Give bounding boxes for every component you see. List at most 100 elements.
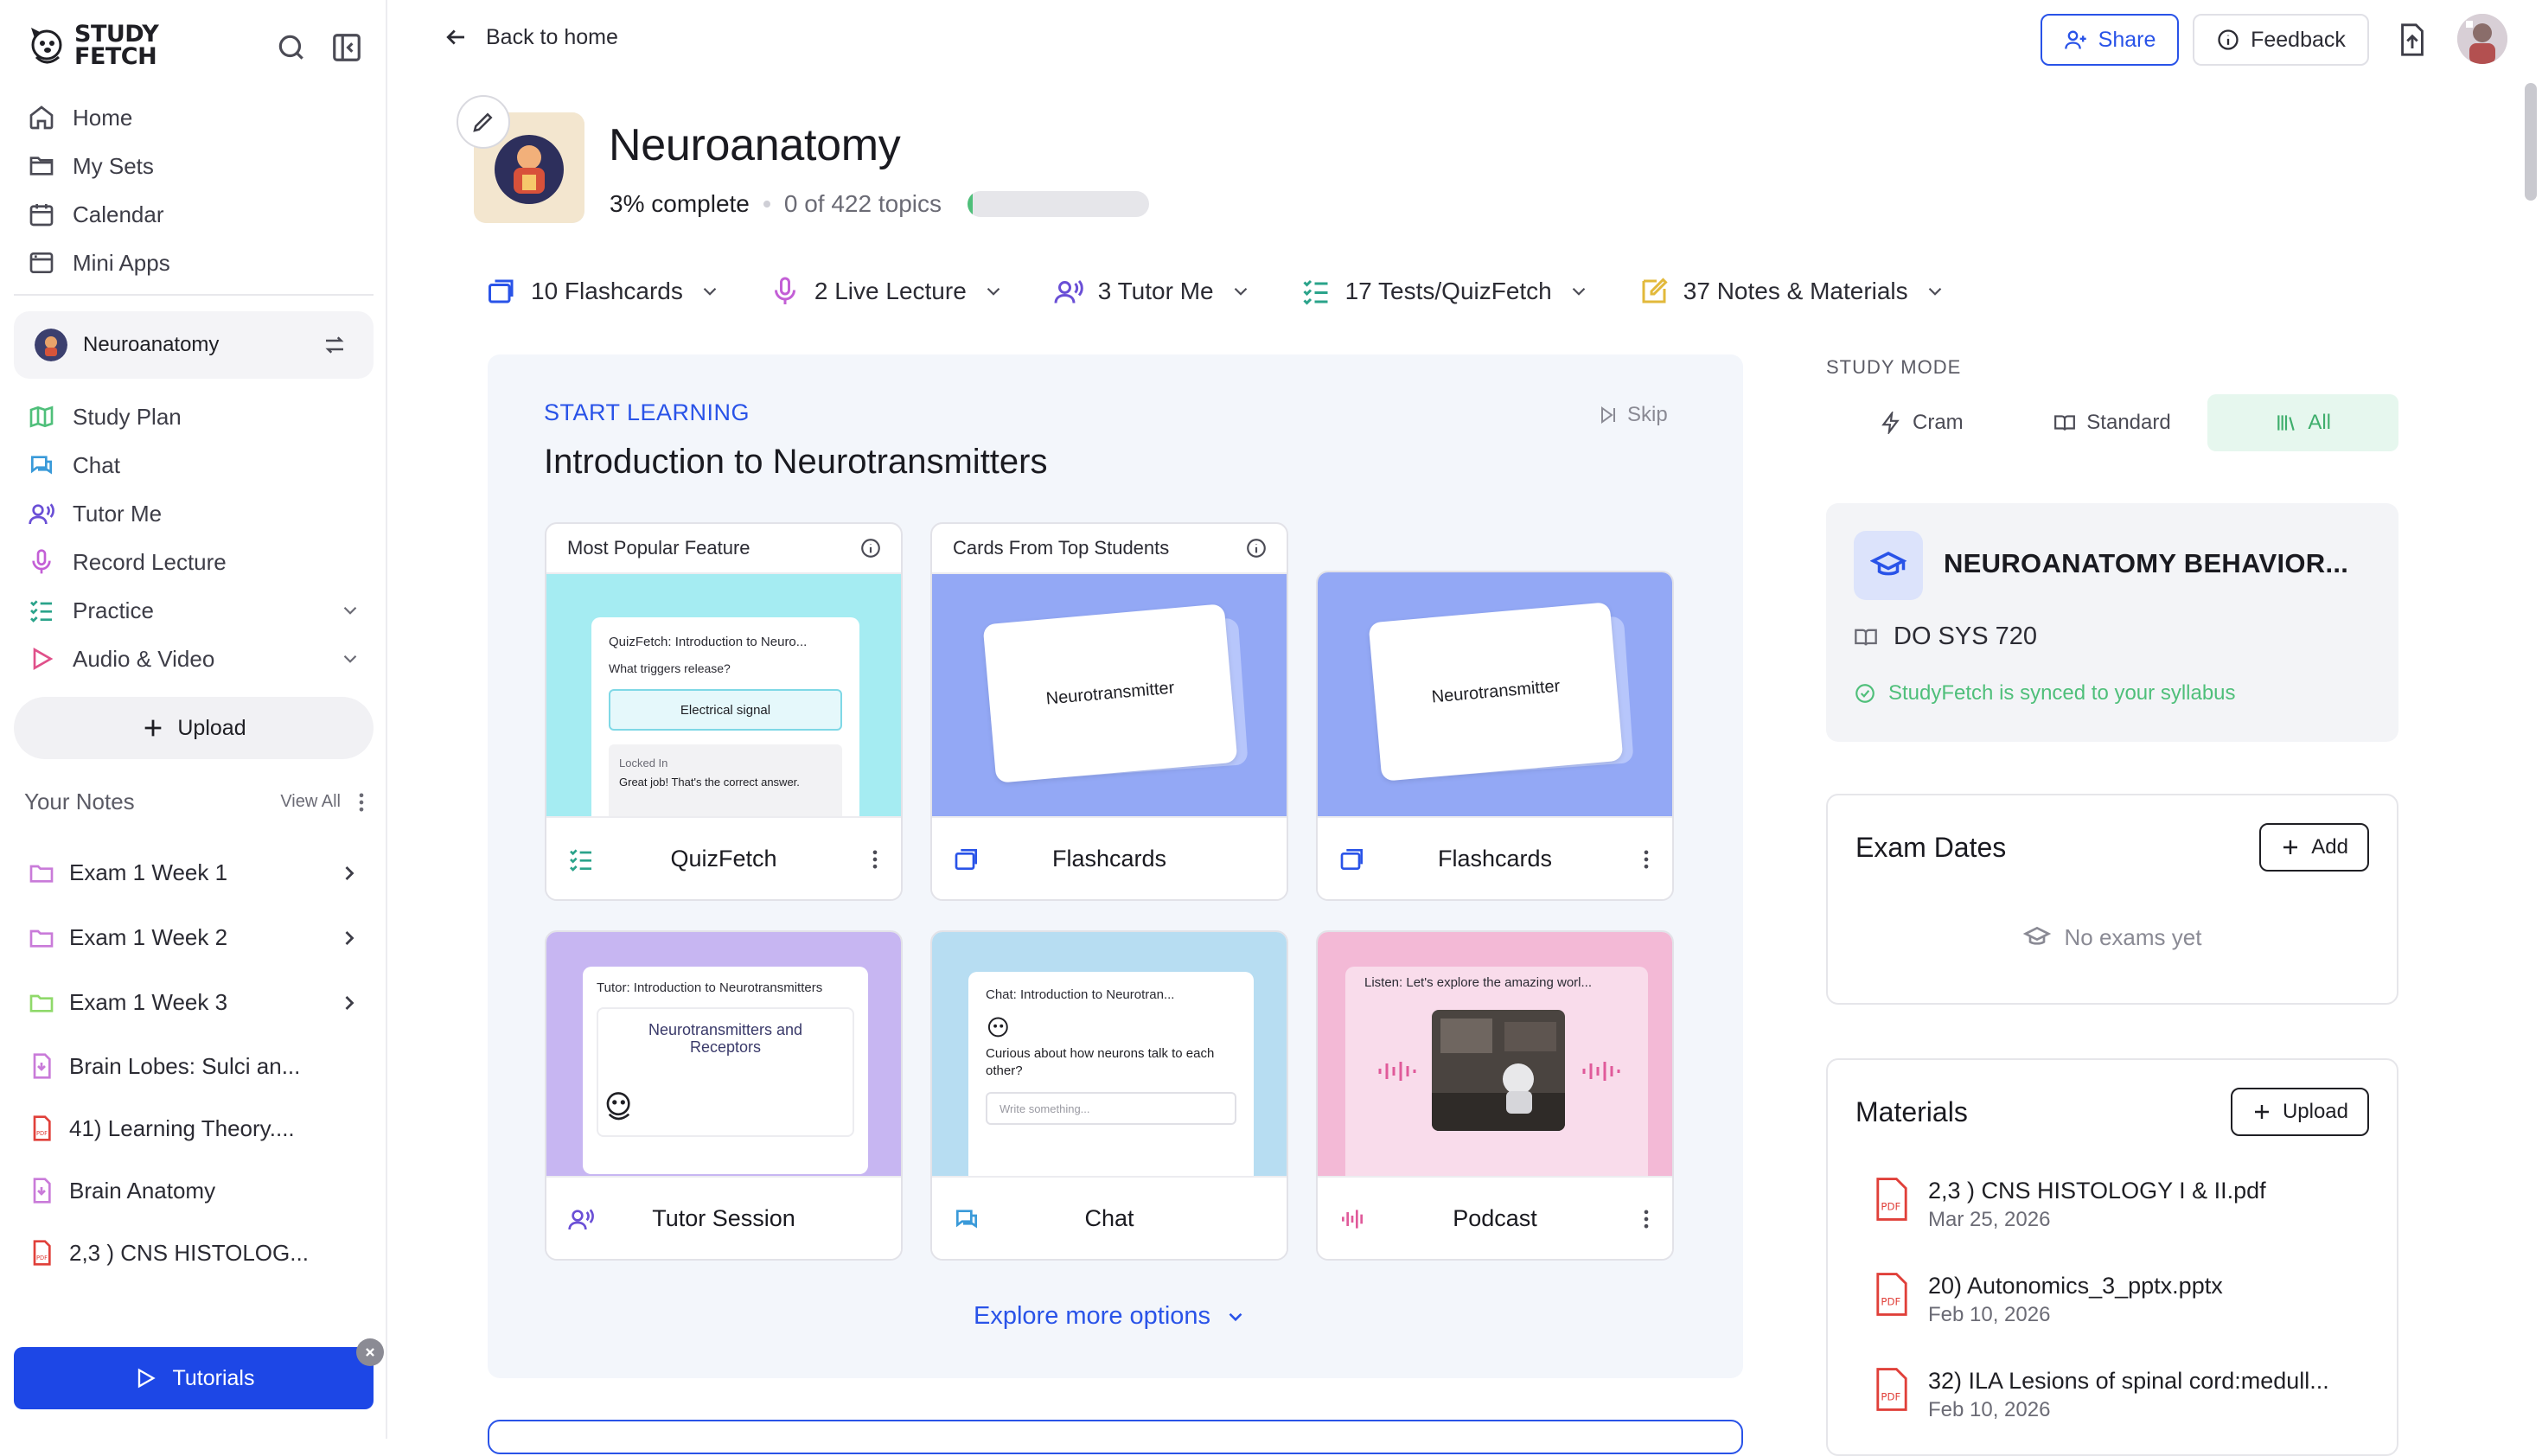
chevron-down-icon[interactable]	[339, 648, 361, 670]
tutorials-button[interactable]: Tutorials	[14, 1347, 374, 1409]
dog-mascot-icon	[28, 22, 67, 69]
current-set-name: Neuroanatomy	[83, 333, 220, 356]
material-date: Mar 25, 2026	[1928, 1208, 2051, 1231]
nav-my-sets[interactable]: My Sets	[14, 142, 374, 190]
tutor-session-card[interactable]: Tutor: Introduction to Neurotransmitters…	[545, 930, 903, 1261]
note-item[interactable]: PDF 2,3 ) CNS HISTOLOG...	[14, 1222, 374, 1284]
tab-flashcards[interactable]: 10 Flashcards	[486, 276, 721, 307]
search-icon[interactable]	[275, 31, 308, 64]
set-avatar	[35, 329, 67, 361]
feedback-button[interactable]: Feedback	[2193, 14, 2369, 66]
flashcards-card[interactable]: Neurotransmitter Flashcards	[1316, 571, 1674, 901]
more-vertical-icon[interactable]	[1641, 847, 1651, 872]
preview-answer: Electrical signal	[609, 689, 842, 731]
export-icon[interactable]	[2397, 22, 2428, 57]
nav-chat[interactable]: Chat	[14, 441, 374, 489]
svg-text:PDF: PDF	[1881, 1391, 1900, 1403]
material-item[interactable]: PDF 2,3 ) CNS HISTOLOGY I & II.pdf Mar 2…	[1873, 1176, 2266, 1235]
mode-cram[interactable]: Cram	[1826, 394, 2017, 451]
share-button[interactable]: Share	[2041, 14, 2179, 66]
swap-icon[interactable]	[322, 332, 348, 358]
more-vertical-icon[interactable]	[1641, 1207, 1651, 1231]
tab-tests-quizfetch[interactable]: 17 Tests/QuizFetch	[1300, 276, 1590, 307]
chat-card[interactable]: Chat: Introduction to Neurotran... Curio…	[930, 930, 1288, 1261]
mode-standard[interactable]: Standard	[2017, 394, 2208, 451]
nav-mini-apps[interactable]: Mini Apps	[14, 239, 374, 287]
chevron-right-icon[interactable]	[337, 926, 361, 950]
note-item[interactable]: Exam 1 Week 2	[14, 905, 374, 970]
upload-material-button[interactable]: Upload	[2230, 1088, 2369, 1136]
flashcards-card[interactable]: Cards From Top Students Neurotransmitter…	[930, 522, 1288, 901]
tab-tutor-me[interactable]: 3 Tutor Me	[1053, 276, 1252, 307]
mode-all[interactable]: All	[2207, 394, 2399, 451]
more-vertical-icon[interactable]	[353, 790, 370, 814]
user-avatar[interactable]	[2457, 14, 2507, 64]
chevron-right-icon[interactable]	[337, 991, 361, 1015]
note-label: Brain Lobes: Sulci an...	[69, 1052, 301, 1079]
edit-set-button[interactable]	[457, 95, 510, 149]
collapse-sidebar-icon[interactable]	[330, 31, 363, 64]
nav-tutor-me[interactable]: Tutor Me	[14, 489, 374, 538]
card-header: Most Popular Feature	[546, 524, 901, 574]
note-item[interactable]: Exam 1 Week 1	[14, 840, 374, 905]
chevron-down-icon	[1224, 1306, 1247, 1328]
course-code-row: DO SYS 720	[1854, 623, 2037, 651]
page-scrollbar[interactable]	[2525, 83, 2537, 201]
mode-label: All	[2308, 411, 2332, 434]
card-footer-label: Flashcards	[1437, 845, 1553, 872]
library-icon	[2275, 412, 2297, 434]
nav-home[interactable]: Home	[14, 93, 374, 142]
course-card[interactable]: NEUROANATOMY BEHAVIOR... DO SYS 720 Stud…	[1826, 503, 2398, 742]
back-to-home-link[interactable]: Back to home	[443, 24, 618, 50]
info-icon[interactable]	[1245, 537, 1268, 559]
nav-record-lecture[interactable]: Record Lecture	[14, 538, 374, 586]
quizfetch-card[interactable]: Most Popular Feature QuizFetch: Introduc…	[545, 522, 903, 901]
upload-button[interactable]: Upload	[14, 697, 374, 759]
graduation-cap-icon	[1870, 547, 1906, 584]
podcast-image	[1432, 1010, 1565, 1131]
material-date: Feb 10, 2026	[1928, 1398, 2051, 1421]
nav-audio-video[interactable]: Audio & Video	[14, 635, 374, 683]
nav-my-sets-label: My Sets	[73, 152, 154, 179]
chevron-right-icon[interactable]	[337, 861, 361, 885]
tutor-icon	[28, 500, 55, 527]
note-label: Brain Anatomy	[69, 1177, 216, 1204]
waveform-icon	[1338, 1205, 1366, 1233]
preview-card-text: Neurotransmitter	[982, 603, 1238, 783]
card-footer: Podcast	[1318, 1176, 1672, 1259]
material-item[interactable]: PDF 32) ILA Lesions of spinal cord:medul…	[1873, 1366, 2329, 1425]
note-item[interactable]: Brain Anatomy	[14, 1159, 374, 1222]
back-label: Back to home	[486, 24, 618, 49]
more-vertical-icon[interactable]	[870, 847, 880, 872]
tab-notes-materials[interactable]: 37 Notes & Materials	[1638, 276, 1946, 307]
nav-practice[interactable]: Practice	[14, 586, 374, 635]
current-set-selector[interactable]: Neuroanatomy	[14, 311, 374, 379]
explore-more-button[interactable]: Explore more options	[974, 1302, 1247, 1331]
podcast-card[interactable]: Listen: Let's explore the amazing worl..…	[1316, 930, 1674, 1261]
note-item[interactable]: PDF 41) Learning Theory....	[14, 1097, 374, 1159]
info-icon[interactable]	[859, 537, 882, 559]
studyfetch-logo[interactable]: STUDY FETCH	[28, 22, 159, 69]
view-all-link[interactable]: View All	[280, 792, 341, 812]
flashcard-preview: Neurotransmitter	[932, 574, 1287, 820]
chevron-down-icon[interactable]	[339, 599, 361, 622]
add-exam-button[interactable]: Add	[2259, 823, 2369, 872]
materials-title: Materials	[1855, 1096, 1968, 1127]
card-footer-label: Flashcards	[1051, 845, 1167, 872]
note-item[interactable]: Brain Lobes: Sulci an...	[14, 1035, 374, 1097]
nav-tutor-me-label: Tutor Me	[73, 500, 163, 527]
podcast-preview: Listen: Let's explore the amazing worl..…	[1318, 932, 1672, 1178]
material-item[interactable]: PDF 20) Autonomics_3_pptx.pptx Feb 10, 2…	[1873, 1271, 2223, 1330]
sidebar: STUDY FETCH Home My Sets Calendar Mini A…	[0, 0, 387, 1439]
chevron-down-icon	[699, 280, 721, 303]
note-item[interactable]: Exam 1 Week 3	[14, 970, 374, 1035]
close-icon[interactable]	[356, 1338, 384, 1366]
preview-input-placeholder: Write something...	[986, 1092, 1236, 1125]
nav-study-plan[interactable]: Study Plan	[14, 393, 374, 441]
nav-calendar[interactable]: Calendar	[14, 190, 374, 239]
skip-button[interactable]: Skip	[1598, 403, 1668, 427]
sidebar-divider	[14, 294, 374, 296]
study-mode-label: STUDY MODE	[1826, 356, 1962, 378]
info-icon	[2216, 28, 2240, 52]
tab-live-lecture[interactable]: 2 Live Lecture	[770, 276, 1005, 307]
